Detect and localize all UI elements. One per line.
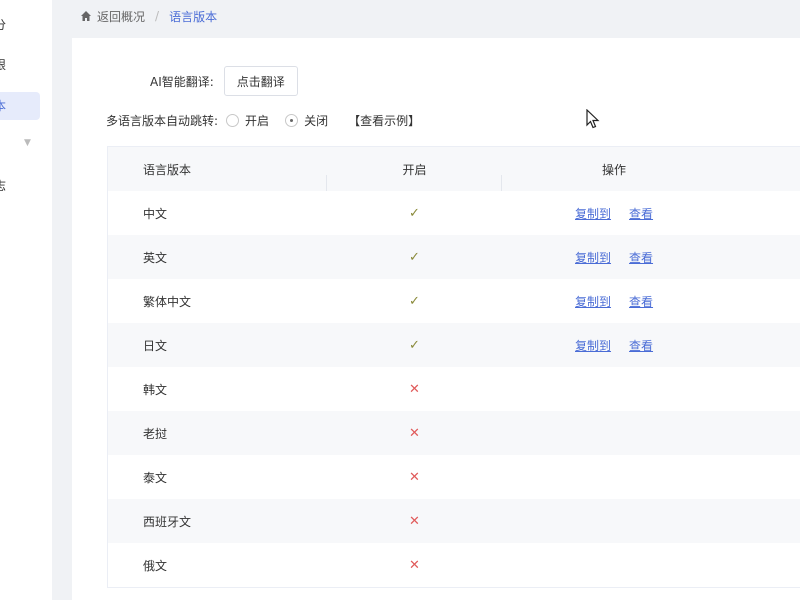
copy-to-link[interactable]: 复制到 (575, 205, 611, 222)
cross-icon: ✕ (409, 557, 420, 573)
table-row: 英文 ✓ 复制到 查看 (108, 235, 800, 279)
breadcrumb-separator: / (155, 9, 160, 23)
radio-on-label: 开启 (245, 114, 270, 128)
sidebar-item-label: 志 (0, 179, 7, 193)
sidebar-item-label: 分 (0, 18, 7, 32)
sidebar-item-2[interactable]: 限 (0, 51, 40, 79)
language-name: 繁体中文 (143, 294, 192, 309)
sidebar-item-label: 本 (0, 99, 7, 113)
copy-to-link[interactable]: 复制到 (575, 293, 611, 310)
ai-translate-row: AI智能翻译: 点击翻译 (150, 66, 298, 96)
view-example-link[interactable]: 【查看示例】 (348, 112, 420, 129)
sidebar: 分 限 本 ▼ 志 (0, 0, 52, 600)
chevron-down-icon[interactable]: ▼ (24, 138, 31, 148)
table-row: 中文 ✓ 复制到 查看 (108, 191, 800, 235)
copy-to-link[interactable]: 复制到 (575, 337, 611, 354)
language-name: 英文 (143, 250, 168, 265)
table-header: 语言版本 开启 操作 (108, 147, 800, 191)
breadcrumb-home-link[interactable]: 返回概况 (97, 8, 145, 25)
table-row: 俄文 ✕ (108, 543, 800, 587)
check-icon: ✓ (409, 205, 420, 221)
header-enabled: 开启 (327, 161, 502, 191)
breadcrumb: 返回概况 / 语言版本 (80, 6, 217, 26)
sidebar-item-1[interactable]: 分 (0, 11, 40, 39)
ai-translate-button[interactable]: 点击翻译 (223, 66, 298, 96)
table-row: 老挝 ✕ (108, 411, 800, 455)
ai-translate-label: AI智能翻译: (150, 74, 214, 89)
copy-to-link[interactable]: 复制到 (575, 249, 611, 266)
radio-off-circle[interactable] (285, 114, 299, 127)
view-link[interactable]: 查看 (629, 293, 653, 310)
check-icon: ✓ (409, 249, 420, 265)
radio-off[interactable]: 关闭 (285, 112, 328, 129)
language-name: 日文 (143, 338, 168, 353)
home-icon[interactable] (80, 10, 92, 22)
radio-on-circle[interactable] (226, 114, 240, 127)
view-link[interactable]: 查看 (629, 205, 653, 222)
table-row: 泰文 ✕ (108, 455, 800, 499)
view-link[interactable]: 查看 (629, 249, 653, 266)
language-name: 韩文 (143, 382, 168, 397)
radio-on[interactable]: 开启 (226, 112, 269, 129)
cross-icon: ✕ (409, 381, 420, 397)
language-name: 俄文 (143, 558, 168, 573)
language-name: 西班牙文 (143, 514, 192, 529)
sidebar-item-4[interactable]: 志 (0, 172, 40, 200)
sidebar-item-label: 限 (0, 58, 7, 72)
table-row: 日文 ✓ 复制到 查看 (108, 323, 800, 367)
language-name: 中文 (143, 206, 168, 221)
breadcrumb-current: 语言版本 (169, 9, 218, 24)
auto-switch-label: 多语言版本自动跳转: (106, 114, 219, 128)
radio-off-label: 关闭 (304, 114, 329, 128)
table-row: 韩文 ✕ (108, 367, 800, 411)
check-icon: ✓ (409, 293, 420, 309)
language-table: 语言版本 开启 操作 中文 ✓ 复制到 查看 英文 ✓ 复制到 查看 繁体中文 ✓ 复制到 查看 日文 ✓… (107, 146, 800, 588)
language-name: 泰文 (143, 470, 168, 485)
sidebar-item-language-versions[interactable]: 本 (0, 92, 40, 120)
header-actions: 操作 (602, 162, 627, 177)
table-row: 繁体中文 ✓ 复制到 查看 (108, 279, 800, 323)
table-row: 西班牙文 ✕ (108, 499, 800, 543)
language-name: 老挝 (143, 426, 168, 441)
cross-icon: ✕ (409, 469, 420, 485)
mouse-cursor-icon (586, 109, 600, 129)
header-language: 语言版本 (108, 161, 327, 191)
table-body: 中文 ✓ 复制到 查看 英文 ✓ 复制到 查看 繁体中文 ✓ 复制到 查看 日文 ✓ 复制到 查看 韩文 ✕ 老挝 ✕… (108, 191, 800, 587)
auto-switch-row: 多语言版本自动跳转: 开启 关闭 【查看示例】 (106, 112, 420, 129)
cross-icon: ✕ (409, 513, 420, 529)
check-icon: ✓ (409, 337, 420, 353)
view-link[interactable]: 查看 (629, 337, 653, 354)
cross-icon: ✕ (409, 425, 420, 441)
